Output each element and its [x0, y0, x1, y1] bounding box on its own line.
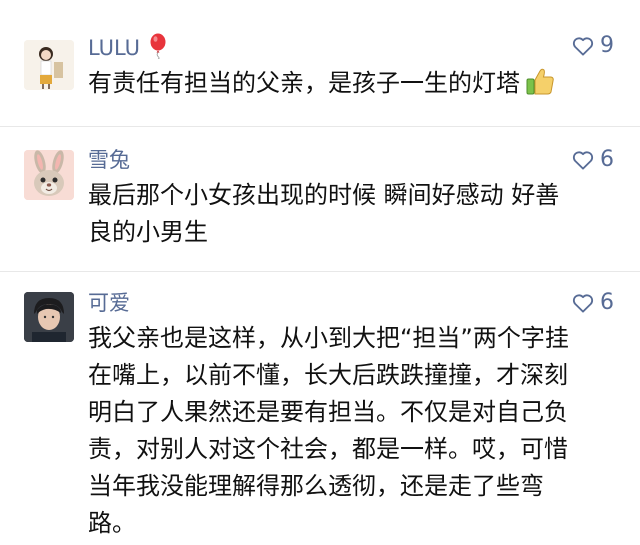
- like-button[interactable]: 9: [572, 33, 614, 59]
- comment-text: 有责任有担当的父亲，是孩子一生的灯塔: [88, 65, 612, 102]
- avatar[interactable]: [24, 292, 74, 342]
- comment-line: 路。: [88, 509, 136, 537]
- comment-line: 最后那个小女孩出现的时候 瞬间好感动 好善: [88, 181, 560, 209]
- avatar-cartoon-girl-image: [24, 40, 74, 90]
- comment-text: 我父亲也是这样，从小到大把“担当”两个字挂 在嘴上，以前不懂，长大后跌跌撞撞，才…: [88, 320, 612, 542]
- comment-line: 在嘴上，以前不懂，长大后跌跌撞撞，才深刻: [88, 361, 568, 389]
- comment-line: 我父亲也是这样，从小到大把“担当”两个字挂: [88, 324, 569, 352]
- like-button[interactable]: 6: [572, 290, 614, 316]
- avatar-cartoon-rabbit-image: [24, 150, 74, 200]
- like-count: 9: [600, 33, 614, 58]
- like-count: 6: [600, 147, 614, 172]
- author-name: 雪兔: [88, 148, 130, 172]
- avatar[interactable]: [24, 150, 74, 200]
- like-button[interactable]: 6: [572, 147, 614, 173]
- comment-author[interactable]: 雪兔: [88, 147, 130, 173]
- comment-line: 责，对别人对这个社会，都是一样。哎，可惜: [88, 435, 568, 463]
- comment-author[interactable]: 可爱: [88, 290, 130, 316]
- heart-icon: [572, 294, 594, 313]
- comment-text: 最后那个小女孩出现的时候 瞬间好感动 好善 良的小男生: [88, 177, 612, 251]
- heart-icon: [572, 37, 594, 56]
- thumbs-up-icon: [526, 68, 554, 95]
- avatar-person-photo-image: [24, 292, 74, 342]
- comment-line: 当年我没能理解得那么透彻，还是走了些弯: [88, 472, 544, 500]
- red-balloon-icon: [150, 33, 166, 59]
- like-count: 6: [600, 290, 614, 315]
- comment-author[interactable]: LULU: [88, 33, 167, 61]
- author-name: 可爱: [88, 291, 130, 315]
- comment-line: 有责任有担当的父亲，是孩子一生的灯塔: [88, 65, 612, 102]
- avatar[interactable]: [24, 40, 74, 90]
- comment-line: 良的小男生: [88, 218, 208, 246]
- comment-divider: [0, 126, 640, 127]
- comment-divider: [0, 271, 640, 272]
- author-name: LULU: [88, 36, 141, 60]
- comment-line: 明白了人果然还是要有担当。不仅是对自己负: [88, 398, 568, 426]
- heart-icon: [572, 151, 594, 170]
